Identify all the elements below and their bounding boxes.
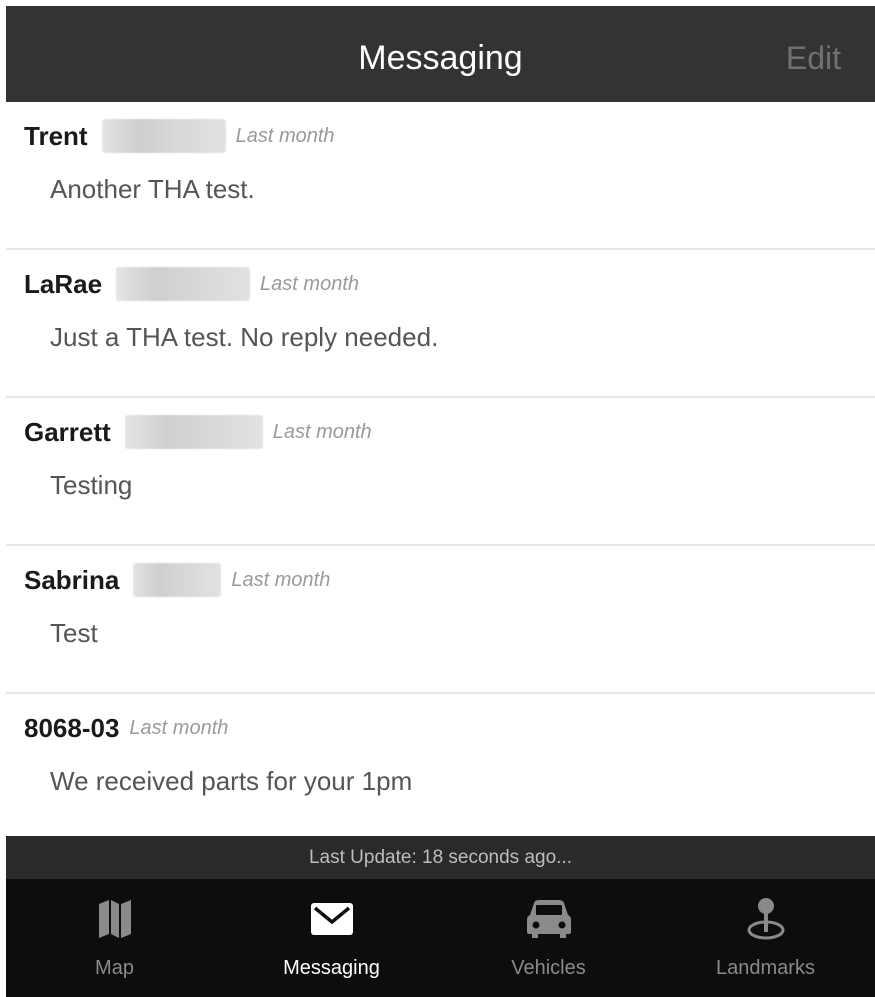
message-time: Last month bbox=[272, 420, 372, 443]
message-row-sabrina[interactable]: Sabrina Last month Test bbox=[6, 546, 875, 694]
sender-name: Sabrina bbox=[24, 564, 120, 595]
message-time: Last month bbox=[260, 272, 359, 295]
message-preview: Test bbox=[50, 618, 98, 648]
sender-name: Trent bbox=[24, 120, 88, 151]
nav-header: Messaging Edit bbox=[6, 6, 875, 102]
message-preview: Testing bbox=[50, 470, 133, 500]
page-title: Messaging bbox=[358, 39, 523, 77]
last-update-status: Last Update: 18 seconds ago... bbox=[6, 836, 875, 879]
redacted-surname bbox=[101, 119, 226, 153]
message-header: LaRae Last month bbox=[24, 262, 359, 306]
sender-name: 8068-03 bbox=[24, 712, 120, 743]
message-list[interactable]: Trent Last month Another THA test. LaRae… bbox=[6, 102, 875, 836]
redacted-surname bbox=[133, 563, 222, 597]
tab-label: Messaging bbox=[283, 957, 380, 979]
tab-vehicles[interactable]: Vehicles bbox=[440, 879, 657, 997]
redacted-surname bbox=[124, 415, 263, 449]
message-time: Last month bbox=[129, 716, 229, 739]
message-time: Last month bbox=[231, 568, 331, 591]
map-icon bbox=[6, 897, 223, 941]
tab-messaging[interactable]: Messaging bbox=[223, 879, 440, 997]
message-header: Sabrina Last month bbox=[24, 558, 330, 602]
tab-label: Landmarks bbox=[716, 957, 815, 979]
envelope-icon bbox=[223, 897, 440, 941]
message-time: Last month bbox=[235, 124, 335, 147]
landmark-pin-icon bbox=[657, 897, 874, 941]
message-row-trent[interactable]: Trent Last month Another THA test. bbox=[6, 102, 875, 250]
message-preview: We received parts for your 1pm bbox=[50, 766, 413, 796]
message-header: Garrett Last month bbox=[24, 410, 372, 454]
tab-map[interactable]: Map bbox=[6, 879, 223, 997]
tab-label: Map bbox=[95, 957, 134, 979]
sender-name: LaRae bbox=[24, 268, 103, 299]
message-row-larae[interactable]: LaRae Last month Just a THA test. No rep… bbox=[6, 250, 875, 398]
tab-landmarks[interactable]: Landmarks bbox=[657, 879, 874, 997]
message-row-garrett[interactable]: Garrett Last month Testing bbox=[6, 398, 875, 546]
tab-bar: Map Messaging Vehicles Landmarks bbox=[6, 879, 875, 997]
message-preview: Another THA test. bbox=[50, 174, 255, 204]
message-preview: Just a THA test. No reply needed. bbox=[50, 322, 439, 352]
car-icon bbox=[440, 897, 657, 941]
message-row-8068-03[interactable]: 8068-03 Last month We received parts for… bbox=[6, 694, 875, 836]
message-header: 8068-03 Last month bbox=[24, 706, 228, 750]
tab-label: Vehicles bbox=[511, 957, 586, 979]
redacted-surname bbox=[116, 267, 251, 301]
message-header: Trent Last month bbox=[24, 114, 335, 158]
edit-button[interactable]: Edit bbox=[786, 6, 841, 102]
sender-name: Garrett bbox=[24, 416, 111, 447]
